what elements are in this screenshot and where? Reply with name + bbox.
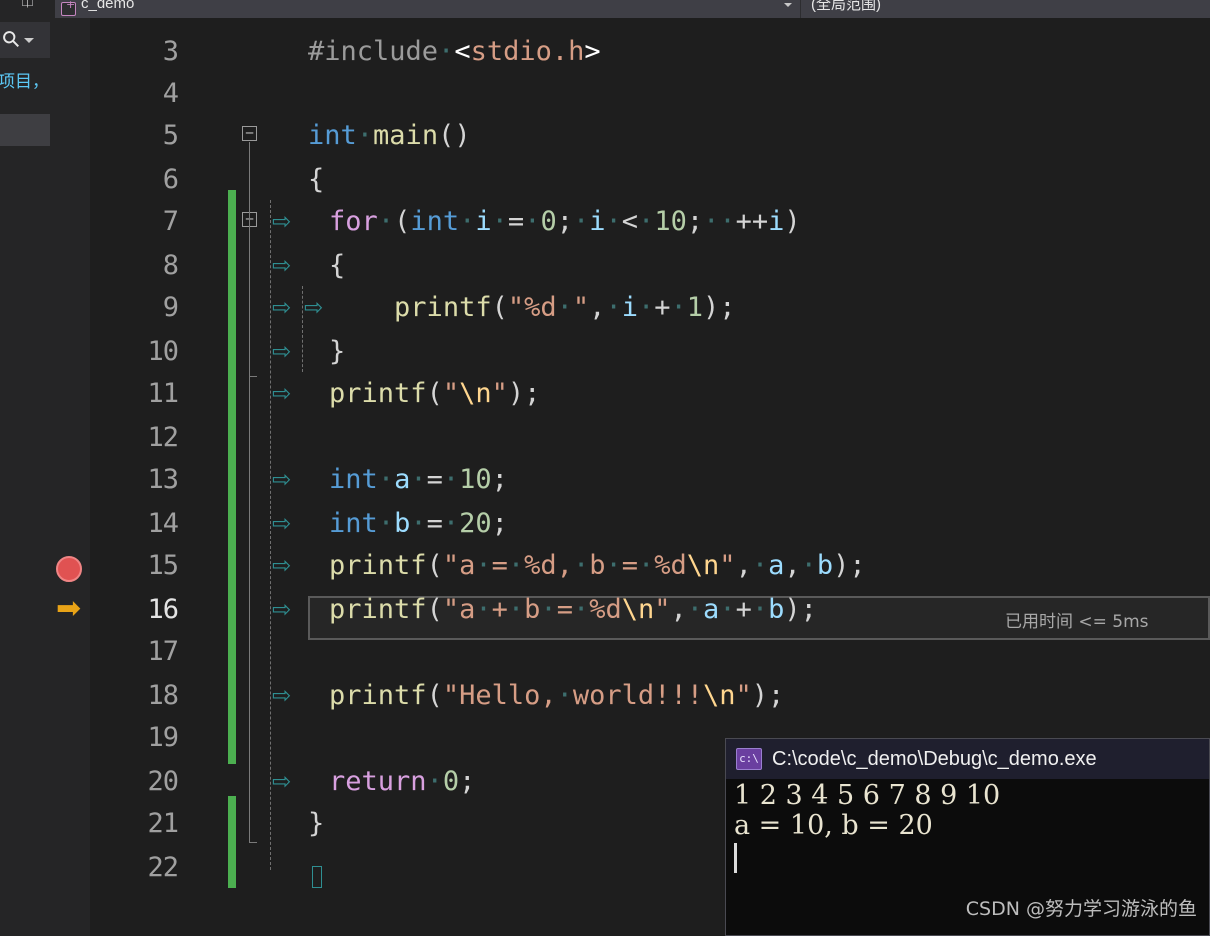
type-dropdown-label: c_demo [81,0,135,12]
key-search-icon[interactable]: ⚲ [0,25,26,54]
console-titlebar[interactable]: c:\ C:\code\c_demo\Debug\c_demo.exe [726,739,1209,779]
member-dropdown-label: (全局范围) [811,0,881,13]
code-line-18[interactable]: printf("Hello,·world!!!\n"); [264,682,784,710]
cs-file-icon [61,0,76,16]
type-dropdown[interactable]: c_demo [55,0,801,18]
code-line-7[interactable]: for·(int·i·=·0;·i·<·10;··++i) [264,208,801,236]
console-output-line: 1 2 3 4 5 6 7 8 9 10 [734,780,1001,811]
code-line-16[interactable]: printf("a·+·b·=·%d\n",·a·+·b); [264,596,817,624]
panel-corner: ⎅ [0,0,55,18]
code-line-3[interactable]: #include·<stdio.h> [308,38,601,66]
window-dock-icon[interactable]: ⎅ [21,0,33,9]
code-line-6[interactable]: { [308,166,324,194]
code-line-15[interactable]: printf("a·=·%d,·b·=·%d\n",·a,·b); [264,552,866,580]
terminal-icon: c:\ [736,748,762,770]
member-dropdown[interactable]: (全局范围) [801,0,1210,18]
navigation-bar: ⎅ c_demo (全局范围) [0,0,1210,18]
solution-explorer-selected-row[interactable] [0,114,50,146]
code-line-11[interactable]: printf("\n"); [264,380,540,408]
solution-explorer-search-row[interactable]: ⚲ [0,22,50,58]
text-caret [312,866,322,888]
elapsed-time-annotation: 已用时间 <= 5ms [1005,612,1149,632]
console-caret [734,843,737,873]
solution-explorer-tree[interactable] [0,146,50,936]
code-line-5[interactable]: int·main() [308,122,471,150]
chevron-down-icon[interactable] [784,3,792,7]
code-line-14[interactable]: int·b·=·20; [264,510,508,538]
code-line-13[interactable]: int·a·=·10; [264,466,508,494]
code-line-21[interactable]: } [308,810,324,838]
console-window[interactable]: c:\ C:\code\c_demo\Debug\c_demo.exe 1 2 … [725,738,1210,936]
console-output-line: a = 10, b = 20 [734,810,933,841]
watermark: CSDN @努力学习游泳的鱼 [965,898,1197,920]
code-line-20[interactable]: return·0; [264,768,475,796]
console-title-text: C:\code\c_demo\Debug\c_demo.exe [772,747,1097,770]
code-line-8[interactable]: { [264,252,345,280]
solution-explorer-partial-text: 项目， [0,72,49,92]
solution-explorer-panel[interactable]: ⎅ ⚲ 项目， [0,0,50,936]
code-line-9[interactable]: printf("%d·",·i·+·1); [264,294,736,322]
code-line-10[interactable]: } [264,338,345,366]
solution-explorer-text-row: 项目， [0,59,50,114]
